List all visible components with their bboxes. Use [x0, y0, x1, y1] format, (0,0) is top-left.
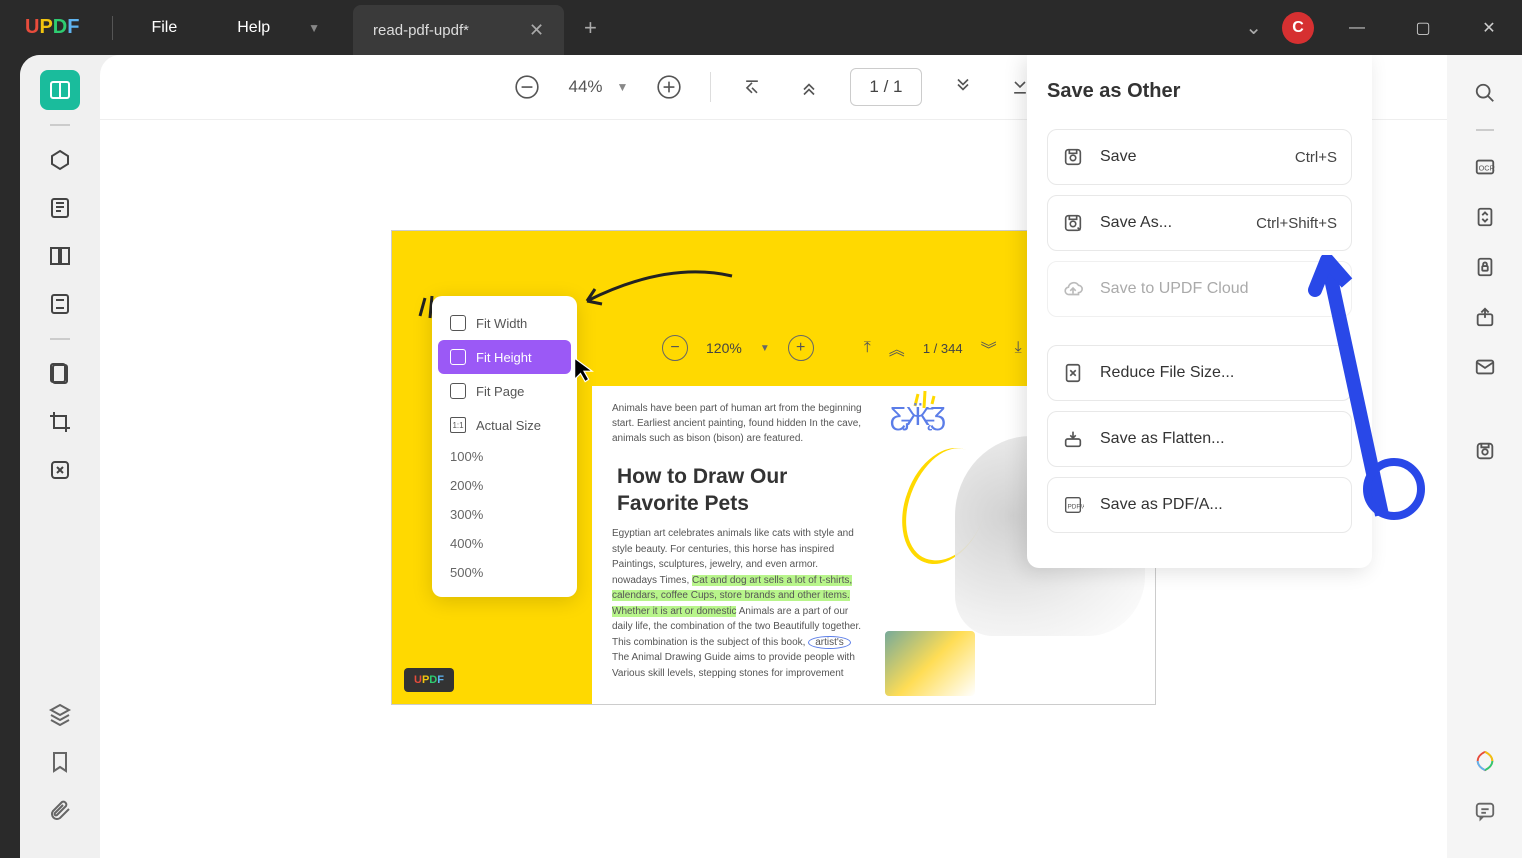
share-icon[interactable] [1467, 299, 1503, 335]
zoom-300[interactable]: 300% [432, 500, 577, 529]
inner-zoom-in[interactable]: + [788, 335, 814, 361]
save-icon [1062, 146, 1084, 168]
zoom-level[interactable]: 44% ▼ [568, 77, 628, 97]
butterfly-icon: Ƹ̵̡Ӝ̵̨̄Ʒ [890, 401, 946, 432]
pdfa-icon: PDF/A [1062, 494, 1084, 516]
actual-size-option[interactable]: 1:1Actual Size [432, 408, 577, 442]
updf-watermark: UPDF [404, 668, 454, 692]
reader-tool[interactable] [40, 70, 80, 110]
chat-icon[interactable] [1467, 793, 1503, 829]
inner-first-page[interactable]: ⤒ [864, 339, 871, 357]
left-sidebar [20, 55, 100, 858]
hand-drawn-arrow [577, 266, 737, 316]
menu-help[interactable]: Help [207, 19, 300, 37]
chevron-down-icon[interactable]: ⌄ [1245, 15, 1262, 40]
comment-tool[interactable] [40, 140, 80, 180]
redact-tool[interactable] [40, 450, 80, 490]
doc-heading: How to Draw Our Favorite Pets [617, 463, 787, 518]
page-input[interactable]: 1 / 1 [850, 68, 921, 106]
document-tab[interactable]: read-pdf-updf* ✕ [353, 5, 564, 57]
fit-page-option[interactable]: Fit Page [432, 374, 577, 408]
titlebar: UPDF File Help ▼ read-pdf-updf* ✕ + ⌄ C … [0, 0, 1522, 55]
inner-next-page[interactable]: ︾ [981, 336, 997, 360]
fit-height-option[interactable]: Fit Height [438, 340, 571, 374]
svg-text:PDF/A: PDF/A [1068, 504, 1085, 511]
reduce-file-size-option[interactable]: Reduce File Size... [1047, 345, 1352, 401]
first-page-button[interactable] [736, 71, 768, 103]
minimize-button[interactable]: — [1334, 8, 1380, 48]
cloud-icon [1062, 278, 1084, 300]
save-as-pdfa-option[interactable]: PDF/A Save as PDF/A... [1047, 477, 1352, 533]
fit-width-option[interactable]: Fit Width [432, 306, 577, 340]
tab-close-icon[interactable]: ✕ [529, 20, 544, 41]
chevron-down-icon: ▼ [617, 80, 629, 94]
flatten-icon [1062, 428, 1084, 450]
next-page-button[interactable] [947, 71, 979, 103]
menu-file[interactable]: File [121, 19, 207, 37]
edit-tool[interactable] [40, 188, 80, 228]
layers-icon[interactable] [40, 694, 80, 734]
user-avatar[interactable]: C [1282, 12, 1314, 44]
maximize-button[interactable]: ▢ [1400, 8, 1446, 48]
tab-dropdown-icon[interactable]: ▼ [300, 21, 328, 35]
form-tool[interactable] [40, 354, 80, 394]
doc-intro-text: Animals have been part of human art from… [612, 401, 862, 446]
save-as-flatten-option[interactable]: Save as Flatten... [1047, 411, 1352, 467]
app-logo: UPDF [0, 16, 104, 39]
bookmark-icon[interactable] [40, 742, 80, 782]
zoom-200[interactable]: 200% [432, 471, 577, 500]
save-to-cloud-option[interactable]: Save to UPDF Cloud [1047, 261, 1352, 317]
compress-icon [1062, 362, 1084, 384]
page-tool[interactable] [40, 236, 80, 276]
inner-prev-page[interactable]: ︽ [889, 336, 905, 360]
divider [50, 338, 70, 340]
search-icon[interactable] [1467, 75, 1503, 111]
convert-icon[interactable] [1467, 199, 1503, 235]
doc-body-text: Egyptian art celebrates animals like cat… [612, 526, 862, 681]
save-as-other-icon[interactable] [1467, 433, 1503, 469]
chevron-down-icon[interactable]: ▼ [760, 343, 770, 354]
inner-zoom-value: 120% [706, 340, 742, 356]
inner-page-display: 1 / 344 [923, 341, 963, 356]
cursor-icon [570, 356, 598, 391]
content-area: 44% ▼ 1 / 1 Rea [100, 55, 1447, 858]
attachment-icon[interactable] [40, 790, 80, 830]
new-tab-button[interactable]: + [564, 15, 617, 41]
svg-text:OCR: OCR [1478, 164, 1494, 173]
zoom-menu-popup: Fit Width Fit Height Fit Page 1:1Actual … [432, 296, 577, 597]
prev-page-button[interactable] [793, 71, 825, 103]
inner-last-page[interactable]: ⤓ [1015, 339, 1022, 357]
divider [710, 72, 711, 102]
close-button[interactable]: ✕ [1466, 8, 1512, 48]
panel-title: Save as Other [1047, 80, 1352, 103]
zoom-500[interactable]: 500% [432, 558, 577, 587]
right-sidebar: OCR [1447, 55, 1522, 858]
ocr-icon[interactable]: OCR [1467, 149, 1503, 185]
save-as-icon [1062, 212, 1084, 234]
save-as-option[interactable]: Save As... Ctrl+Shift+S [1047, 195, 1352, 251]
divider [1476, 129, 1494, 131]
zoom-out-button[interactable] [511, 71, 543, 103]
organize-tool[interactable] [40, 284, 80, 324]
divider [50, 124, 70, 126]
save-option[interactable]: Save Ctrl+S [1047, 129, 1352, 185]
inner-zoom-out[interactable]: − [662, 335, 688, 361]
protect-icon[interactable] [1467, 249, 1503, 285]
zoom-in-button[interactable] [653, 71, 685, 103]
save-as-other-panel: Save as Other Save Ctrl+S Save As... Ctr… [1027, 55, 1372, 568]
crop-tool[interactable] [40, 402, 80, 442]
divider [112, 16, 113, 40]
ai-assistant-icon[interactable] [1467, 743, 1503, 779]
main-area: 44% ▼ 1 / 1 Rea [20, 55, 1522, 858]
zoom-400[interactable]: 400% [432, 529, 577, 558]
photo-thumbnail [885, 631, 975, 696]
zoom-100[interactable]: 100% [432, 442, 577, 471]
tab-title: read-pdf-updf* [373, 22, 469, 39]
email-icon[interactable] [1467, 349, 1503, 385]
